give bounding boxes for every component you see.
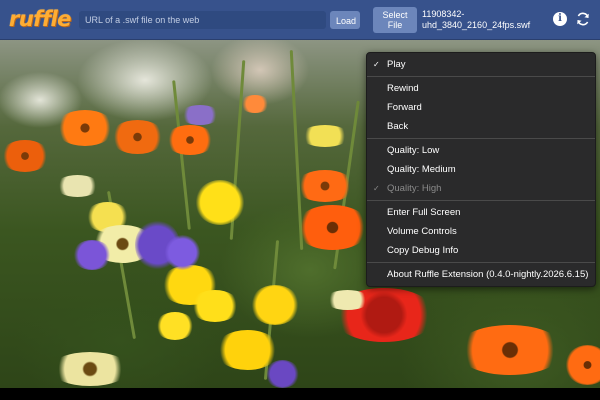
yellow-flower xyxy=(250,285,300,325)
menu-separator xyxy=(367,262,595,263)
context-menu: ✓ Play Rewind Forward Back Quality: Low Qualit… xyxy=(366,52,596,287)
purple-flower xyxy=(265,360,300,388)
reload-icon[interactable] xyxy=(575,11,591,27)
menu-item-copy-debug-info[interactable]: Copy Debug Info xyxy=(367,241,595,260)
menu-item-label: Back xyxy=(387,121,409,132)
flower-stem xyxy=(172,80,191,230)
menu-item-label: Play xyxy=(387,59,406,70)
menu-item-forward[interactable]: Forward xyxy=(367,98,595,117)
orange-flower xyxy=(110,120,165,154)
player-bottom-bar xyxy=(0,388,600,400)
orange-flower xyxy=(55,110,115,146)
yellow-flower xyxy=(190,290,240,322)
menu-item-quality-medium[interactable]: Quality: Medium xyxy=(367,160,595,179)
menu-item-rewind[interactable]: Rewind xyxy=(367,79,595,98)
menu-item-enter-full-screen[interactable]: Enter Full Screen xyxy=(367,203,595,222)
checkmark-icon: ✓ xyxy=(373,184,380,193)
menu-item-label: Quality: High xyxy=(387,183,442,194)
purple-flower xyxy=(72,240,112,270)
load-button[interactable]: Load xyxy=(330,11,360,29)
orange-flower xyxy=(295,170,355,202)
yellow-flower xyxy=(155,312,195,340)
ruffle-logo: ruffle xyxy=(9,7,72,31)
orange-flower xyxy=(565,345,600,385)
selected-file-name: 11908342- uhd_3840_2160_24fps.swf xyxy=(422,9,531,30)
menu-separator xyxy=(367,138,595,139)
yellow-flower xyxy=(195,180,245,225)
ruffle-toolbar: ruffle Load Select File 11908342- uhd_38… xyxy=(0,0,600,40)
menu-item-label: Quality: Low xyxy=(387,145,440,156)
menu-item-label: Quality: Medium xyxy=(387,164,456,175)
orange-flower xyxy=(0,140,50,172)
menu-item-label: Rewind xyxy=(387,83,419,94)
pale-daisy xyxy=(50,352,130,386)
menu-item-label: Enter Full Screen xyxy=(387,207,461,218)
menu-separator xyxy=(367,200,595,201)
menu-item-volume-controls[interactable]: Volume Controls xyxy=(367,222,595,241)
menu-item-label: Forward xyxy=(387,102,422,113)
menu-item-label: Volume Controls xyxy=(387,226,457,237)
orange-flower xyxy=(455,325,565,375)
menu-item-label: Copy Debug Info xyxy=(387,245,459,256)
menu-item-about-ruffle-extension-0-4-0-nightly-2026-6-15[interactable]: About Ruffle Extension (0.4.0-nightly.20… xyxy=(367,265,595,284)
orange-flower xyxy=(295,205,370,250)
menu-item-label: About Ruffle Extension (0.4.0-nightly.20… xyxy=(387,269,589,280)
pale-daisy xyxy=(55,175,100,197)
menu-item-play[interactable]: ✓ Play xyxy=(367,55,595,74)
swf-url-input[interactable] xyxy=(79,11,326,29)
pale-daisy xyxy=(325,290,370,310)
menu-item-back[interactable]: Back xyxy=(367,117,595,136)
purple-flower xyxy=(165,235,200,270)
orange-flower xyxy=(165,125,215,155)
menu-item-quality-low[interactable]: Quality: Low xyxy=(367,141,595,160)
purple-flower xyxy=(180,105,220,125)
checkmark-icon: ✓ xyxy=(373,60,380,69)
menu-item-quality-high: ✓ Quality: High xyxy=(367,179,595,198)
select-file-button[interactable]: Select File xyxy=(373,7,417,33)
orange-flower xyxy=(240,95,270,113)
menu-separator xyxy=(367,76,595,77)
yellow-flower xyxy=(300,125,350,147)
info-icon[interactable]: i xyxy=(553,12,567,26)
